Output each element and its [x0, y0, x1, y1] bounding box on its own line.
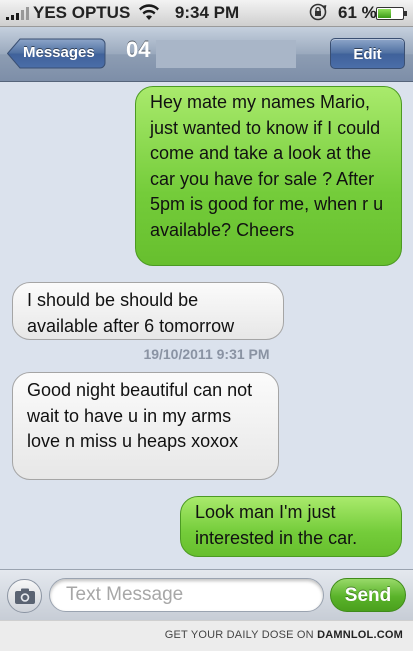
message-bubble-incoming[interactable]: I should be should be available after 6 … — [12, 282, 284, 340]
send-button[interactable]: Send — [330, 578, 406, 612]
watermark-footer: GET YOUR DAILY DOSE ON DAMNLOL.COM — [0, 620, 413, 651]
message-input[interactable] — [49, 578, 324, 612]
wifi-icon — [139, 4, 159, 20]
back-button-label: Messages — [23, 44, 95, 61]
signal-strength-icon — [6, 6, 29, 20]
message-text: Good night beautiful can not wait to hav… — [27, 380, 253, 451]
footer-text: GET YOUR DAILY DOSE ON DAMNLOL.COM — [165, 629, 403, 641]
message-thread[interactable]: Hey mate my names Mario, just wanted to … — [0, 82, 413, 568]
message-bubble-incoming[interactable]: Good night beautiful can not wait to hav… — [12, 372, 279, 480]
battery-level-fill — [378, 9, 391, 18]
camera-icon — [15, 588, 35, 604]
message-bubble-outgoing[interactable]: Hey mate my names Mario, just wanted to … — [135, 86, 402, 266]
message-bubble-outgoing[interactable]: Look man I'm just interested in the car. — [180, 496, 402, 557]
navigation-bar: Messages 04 Edit — [0, 27, 413, 82]
footer-prefix: GET YOUR DAILY DOSE ON — [164, 629, 318, 641]
back-button[interactable]: Messages — [7, 38, 106, 69]
status-bar: YES OPTUS 9:34 PM 61 % — [0, 0, 413, 27]
carrier-name: YES OPTUS — [33, 3, 131, 22]
message-timestamp: 19/10/2011 9:31 PM — [143, 346, 270, 362]
message-text: Hey mate my names Mario, just wanted to … — [150, 92, 384, 240]
rotation-lock-icon — [309, 3, 327, 21]
conversation-title: 04 — [126, 37, 151, 62]
redacted-phone-number — [156, 40, 296, 68]
edit-button[interactable]: Edit — [330, 38, 405, 69]
battery-percent: 61 % — [338, 3, 377, 22]
battery-icon — [376, 7, 407, 20]
message-text: I should be should be available after 6 … — [27, 290, 235, 336]
compose-bar: Send — [0, 569, 413, 620]
message-text: Look man I'm just interested in the car. — [195, 502, 358, 548]
camera-button[interactable] — [7, 579, 42, 613]
clock: 9:34 PM — [174, 3, 240, 22]
footer-brand: DAMNLOL.COM — [317, 629, 403, 641]
